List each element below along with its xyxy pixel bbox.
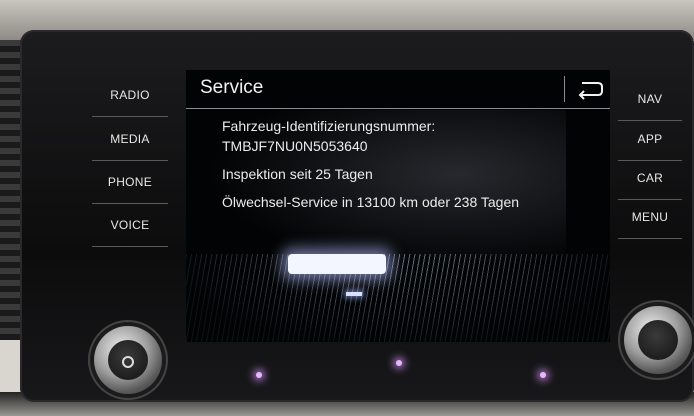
- power-volume-knob[interactable]: [94, 326, 162, 394]
- menu-button[interactable]: MENU: [618, 196, 682, 239]
- screen-header: Service: [186, 70, 610, 109]
- voice-button[interactable]: VOICE: [92, 204, 168, 247]
- back-button[interactable]: [570, 74, 606, 104]
- car-button[interactable]: CAR: [618, 157, 682, 200]
- page-title: Service: [200, 77, 264, 98]
- app-button[interactable]: APP: [618, 118, 682, 161]
- screen-reflection: [206, 110, 566, 270]
- back-arrow-icon: [578, 82, 603, 100]
- decorative-glow-small: [346, 292, 362, 296]
- media-button[interactable]: MEDIA: [92, 118, 168, 161]
- phone-button[interactable]: PHONE: [92, 161, 168, 204]
- inspection-status: Inspektion seit 25 Tagen: [222, 166, 373, 182]
- oil-service-status: Ölwechsel-Service in 13100 km oder 238 T…: [222, 194, 520, 210]
- nav-button[interactable]: NAV: [618, 78, 682, 121]
- decorative-glow-bar: [288, 254, 386, 274]
- power-icon: [122, 356, 134, 368]
- vin-label: Fahrzeug-Identifizierungsnummer:: [222, 118, 436, 134]
- header-divider: [564, 76, 565, 102]
- radio-button[interactable]: RADIO: [92, 74, 168, 117]
- menu-knob[interactable]: [624, 306, 692, 374]
- display-screen: Service Fahrzeug-Identifizierungsnummer:…: [186, 70, 610, 342]
- vin-value: TMBJF7NU0N5053640: [222, 138, 368, 154]
